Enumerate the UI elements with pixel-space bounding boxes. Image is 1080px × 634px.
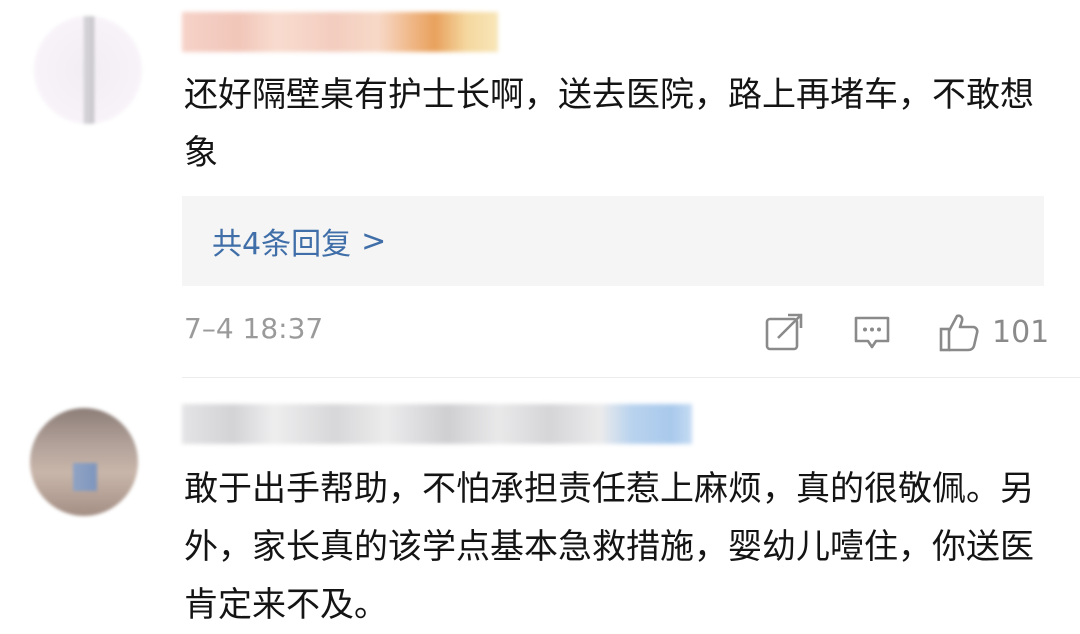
comment-text: 还好隔壁桌有护士长啊，送去医院，路上再堵车，不敢想象 (184, 75, 1034, 173)
like-button[interactable]: 101 (938, 310, 1049, 354)
chevron-right-icon: > (361, 223, 387, 259)
avatar[interactable] (34, 16, 142, 124)
username-blurred[interactable] (182, 12, 498, 52)
avatar[interactable] (30, 408, 138, 516)
share-button[interactable] (764, 310, 804, 354)
like-count: 101 (992, 314, 1050, 350)
reply-button[interactable] (852, 310, 892, 354)
share-icon (765, 313, 803, 351)
comment-icon (854, 316, 890, 349)
thumbs-up-icon (939, 314, 979, 352)
comment-divider (182, 377, 1080, 378)
timestamp: 7–4 18:37 (184, 312, 324, 345)
username-blurred[interactable] (182, 404, 692, 444)
replies-expander[interactable]: 共4条回复 > (182, 196, 1044, 286)
comment-text: 敢于出手帮助，不怕承担责任惹上麻烦，真的很敬佩。另外，家长真的该学点基本急救措施… (184, 469, 1034, 625)
replies-link: 共4条回复 (212, 227, 352, 262)
